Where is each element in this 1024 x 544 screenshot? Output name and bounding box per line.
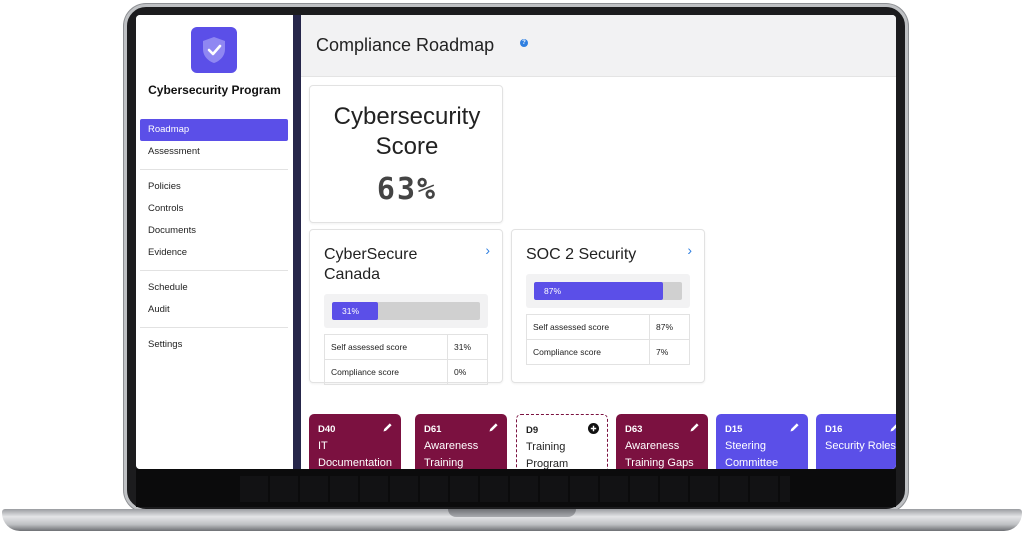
progress-fill: 87% [534,282,663,300]
row-label: Self assessed score [526,314,650,340]
sidebar-item-assessment[interactable]: Assessment [140,141,288,163]
row-value: 0% [447,359,488,385]
edit-icon[interactable] [889,422,896,436]
task-name: Security Roles [825,440,896,452]
progress-track: 31% [332,302,480,320]
chevron-right-icon[interactable]: › [687,242,692,258]
cybersecurity-score-card: Cybersecurity Score 63% [309,85,503,223]
score-table: Self assessed score 31% Compliance score 0% [324,334,488,385]
nav-divider [140,169,288,170]
row-value: 31% [447,334,488,360]
sidebar-item-audit[interactable]: Audit [140,299,288,321]
framework-card[interactable]: CyberSecure Canada › 31% Self assessed scor… [309,229,503,385]
task-name: Awareness Training [424,440,479,469]
progress-fill: 31% [332,302,378,320]
row-label: Compliance score [526,339,650,365]
task-card[interactable]: D9 Training Program [516,414,608,469]
progress-track: 87% [534,282,682,300]
task-name: Training Program [526,441,569,469]
nav-divider [140,327,288,328]
edit-icon[interactable] [488,422,499,436]
laptop-notch [448,509,576,517]
sidebar-item-settings[interactable]: Settings [140,334,288,356]
chevron-right-icon[interactable]: › [485,242,490,258]
sidebar-divider [293,15,301,469]
task-name: Steering Committee [725,440,779,469]
score-table: Self assessed score 87% Compliance score 7% [526,314,690,365]
table-row: Compliance score 0% [324,359,488,385]
task-name: Awareness Training Gaps [625,440,694,469]
task-card[interactable]: D15 Steering Committee [716,414,808,469]
keyboard-reflection [240,476,790,502]
table-row: Self assessed score 31% [324,334,488,360]
progress-bar: 87% [526,274,690,308]
edit-icon[interactable] [382,422,393,436]
sidebar: Cybersecurity Program Roadmap Assessment P… [136,15,293,469]
sidebar-item-policies[interactable]: Policies [140,176,288,198]
framework-card[interactable]: SOC 2 Security › 87% Self assessed score 87%… [511,229,705,383]
program-title: Cybersecurity Program [148,83,281,97]
task-card[interactable]: D40 IT Documentation [309,414,401,469]
framework-title: SOC 2 Security [526,246,637,263]
framework-title: CyberSecure Canada [324,246,418,283]
nav-divider [140,270,288,271]
task-card[interactable]: D16 Security Roles [816,414,896,469]
main-content: Compliance Roadmap ? Cybersecurity Score… [301,15,896,469]
score-value: 63% [376,172,438,207]
table-row: Self assessed score 87% [526,314,690,340]
score-label: Cybersecurity Score [333,103,481,160]
sidebar-item-controls[interactable]: Controls [140,198,288,220]
edit-icon[interactable] [689,422,700,436]
row-value: 87% [649,314,690,340]
shield-check-icon [191,27,237,73]
row-value: 7% [649,339,690,365]
sidebar-item-documents[interactable]: Documents [140,220,288,242]
progress-bar: 31% [324,294,488,328]
table-row: Compliance score 7% [526,339,690,365]
page-header: Compliance Roadmap ? [301,15,896,77]
task-card[interactable]: D63 Awareness Training Gaps [616,414,708,469]
sidebar-item-evidence[interactable]: Evidence [140,242,288,264]
add-icon[interactable] [588,423,599,437]
task-card[interactable]: D61 Awareness Training [415,414,507,469]
row-label: Compliance score [324,359,448,385]
edit-icon[interactable] [789,422,800,436]
help-icon[interactable]: ? [520,39,528,47]
sidebar-item-roadmap[interactable]: Roadmap [140,119,288,141]
app-screen: Cybersecurity Program Roadmap Assessment P… [136,15,896,469]
page-title: Compliance Roadmap [316,35,495,55]
task-id: D16 [825,424,843,435]
sidebar-nav: Roadmap Assessment Policies Controls Documen… [140,119,288,356]
sidebar-item-schedule[interactable]: Schedule [140,277,288,299]
row-label: Self assessed score [324,334,448,360]
task-name: IT Documentation [318,440,392,469]
